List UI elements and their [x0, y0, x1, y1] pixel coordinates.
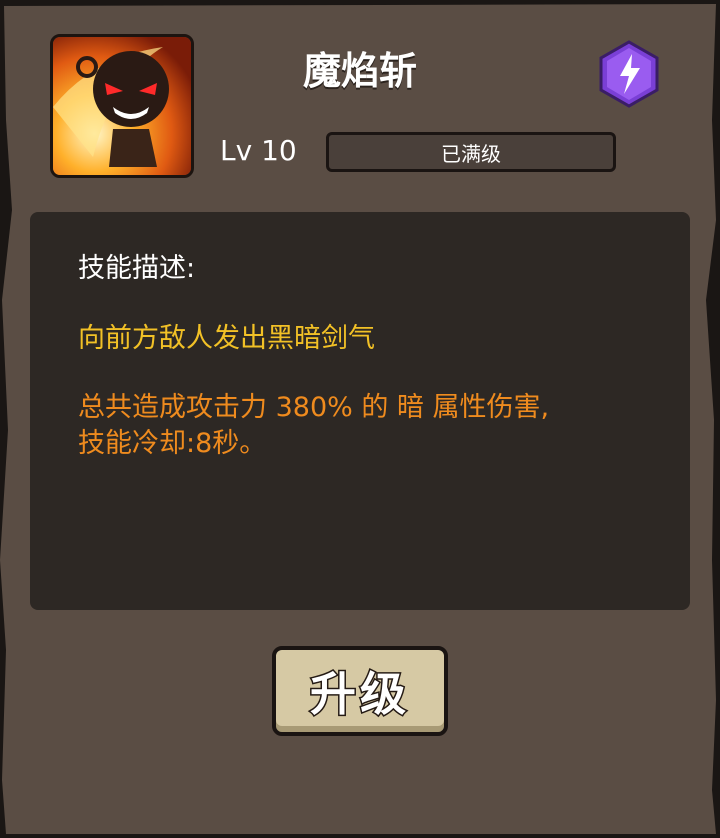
upgrade-button[interactable]: 升级	[272, 646, 448, 736]
element-badge	[598, 40, 660, 108]
description-summary: 向前方敌人发出黑暗剑气	[78, 323, 375, 354]
description-heading: 技能描述:	[78, 253, 196, 284]
upgrade-button-label: 升级	[309, 666, 410, 723]
skill-detail-panel: 魔焰斩 Lv 10 已满级 技能描述: 向前方敌人发出黑暗剑气 总共造成攻击力 …	[0, 0, 720, 838]
level-status-bar: 已满级	[326, 132, 616, 172]
lightning-hexagon-icon	[599, 40, 659, 108]
skill-icon	[50, 34, 194, 178]
cooldown-text: 技能冷却:8秒。	[78, 428, 267, 459]
skill-name: 魔焰斩	[302, 49, 417, 93]
description-details: 总共造成攻击力 380% 的 暗 属性伤害, 技能冷却:8秒。	[78, 390, 658, 462]
level-label: Lv 10	[220, 134, 297, 167]
damage-text: 总共造成攻击力 380% 的 暗 属性伤害,	[78, 392, 550, 423]
level-status-text: 已满级	[441, 141, 501, 166]
dark-flame-slash-character-icon	[53, 37, 191, 175]
